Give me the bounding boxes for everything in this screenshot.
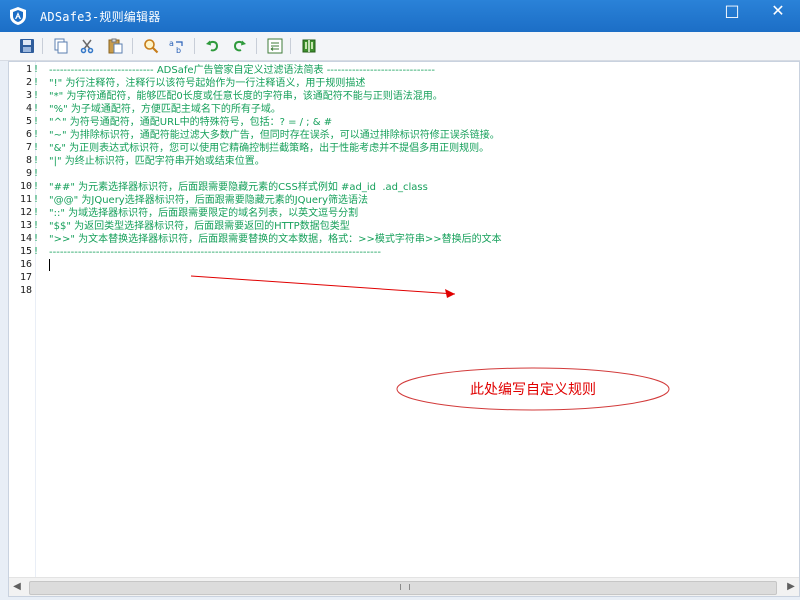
code-line[interactable]: "$$" 为返回类型选择器标识符，后面跟需要返回的HTTP数据包类型 [49,220,350,233]
line-number-gutter: 1! 2! 3! 4! 5! 6! 7! 8! 9! 10! 11! 12! 13! 14! 15! 16 17… [9,62,39,578]
maximize-icon: □ [724,1,740,20]
code-line[interactable]: "##" 为元素选择器标识符，后面跟需要隐藏元素的CSS样式例如 #ad_id … [49,181,428,194]
line-number: 7 [25,142,32,153]
line-number: 11 [19,194,32,205]
line-number: 2 [25,77,32,88]
redo-button[interactable] [228,35,250,57]
toolbar-separator [290,38,291,54]
cut-icon [80,39,94,54]
line-number: 1 [25,64,32,75]
code-area[interactable]: ----------------------------- ADSafe广告管家… [39,62,789,578]
scroll-left-button[interactable]: ◀ [9,578,25,596]
title-bar: ADSafe3-规则编辑器 □ ✕ [0,0,800,32]
code-line[interactable]: "::" 为域选择器标识符，后面跟需要限定的域名列表，以英文逗号分割 [49,207,358,220]
line-number: 8 [25,155,32,166]
line-number: 14 [19,233,32,244]
scroll-thumb[interactable] [29,581,777,595]
window-title: ADSafe3-规则编辑器 [40,10,161,24]
code-line[interactable]: "|" 为终止标识符，匹配字符串开始或结束位置。 [49,155,265,168]
scroll-grip [400,584,410,590]
line-number: 18 [19,285,32,296]
line-number: 12 [19,207,32,218]
save-icon [20,39,34,53]
find-button[interactable] [140,35,162,57]
import-button[interactable] [264,35,286,57]
help-button[interactable] [298,35,320,57]
app-window: ADSafe3-规则编辑器 □ ✕ a b 1 ! 2 ! 3 ! 4 ! 5 … [0,0,800,600]
close-button[interactable]: ✕ [756,0,800,24]
copy-button[interactable] [50,35,72,57]
replace-icon: a b [169,39,183,54]
paste-icon [108,38,123,54]
undo-button[interactable] [202,35,224,57]
code-line[interactable]: ----------------------------------------… [49,246,381,259]
code-line[interactable]: "%" 为子域通配符，方便匹配主域名下的所有子域。 [49,103,281,116]
code-line[interactable]: "&" 为正则表达式标识符，您可以使用它精确控制拦截策略，出于性能考虑并不提倡多… [49,142,489,155]
code-line[interactable]: "!" 为行注释符，注释行以该符号起始作为一行注释语义，用于规则描述 [49,77,365,90]
code-line[interactable]: ----------------------------- ADSafe广告管家… [49,64,435,77]
line-number: 16 [19,259,32,270]
help-book-icon [302,39,316,53]
svg-text:b: b [176,46,181,54]
adsafe-shield-icon [8,6,28,26]
save-button[interactable] [16,35,38,57]
line-number: 6 [25,129,32,140]
horizontal-scrollbar[interactable]: ◀ ▶ [9,577,799,596]
rule-editor[interactable]: 1! 2! 3! 4! 5! 6! 7! 8! 9! 10! 11! 12! 13! 14! 15! 16 17… [8,61,800,597]
toolbar-separator [256,38,257,54]
scroll-right-icon: ▶ [787,581,795,592]
cut-button[interactable] [76,35,98,57]
code-line[interactable]: "~" 为排除标识符，通配符能过滤大多数广告，但同时存在误杀，可以通过排除标识符… [49,129,500,142]
line-number: 9 [25,168,32,179]
annotation-callout: 此处编写自定义规则 [395,366,671,412]
copy-icon [54,38,68,54]
annotation-text: 此处编写自定义规则 [470,382,596,398]
scroll-right-button[interactable]: ▶ [783,578,799,596]
toolbar-separator [132,38,133,54]
paste-button[interactable] [104,35,126,57]
maximize-button[interactable]: □ [710,0,754,24]
toolbar-separator [194,38,195,54]
code-line[interactable]: ">>" 为文本替换选择器标识符，后面跟需要替换的文本数据，格式：>>模式字符串… [49,233,502,246]
svg-text:a: a [169,39,174,48]
line-number: 5 [25,116,32,127]
line-number: 13 [19,220,32,231]
import-icon [267,38,283,54]
code-line[interactable]: "@@" 为JQuery选择器标识符，后面跟需要隐藏元素的JQuery筛选语法 [49,194,368,207]
line-number: 3 [25,90,32,101]
line-number: 17 [19,272,32,283]
undo-icon [206,40,219,52]
text-caret [49,259,50,271]
code-line[interactable]: "^" 为符号通配符，通配URL中的特殊符号，包括：? = / ; & # [49,116,332,129]
scroll-left-icon: ◀ [13,581,21,592]
find-icon [144,39,159,54]
replace-button[interactable]: a b [166,35,188,57]
line-number: 15 [19,246,32,257]
line-number: 4 [25,103,32,114]
close-icon: ✕ [771,1,785,20]
code-line[interactable]: "*" 为字符通配符，能够匹配0长度或任意长度的字符串，该通配符不能与正则语法混… [49,90,443,103]
toolbar: a b [0,32,800,61]
redo-icon [233,40,246,52]
toolbar-separator [42,38,43,54]
line-number: 10 [19,181,32,192]
